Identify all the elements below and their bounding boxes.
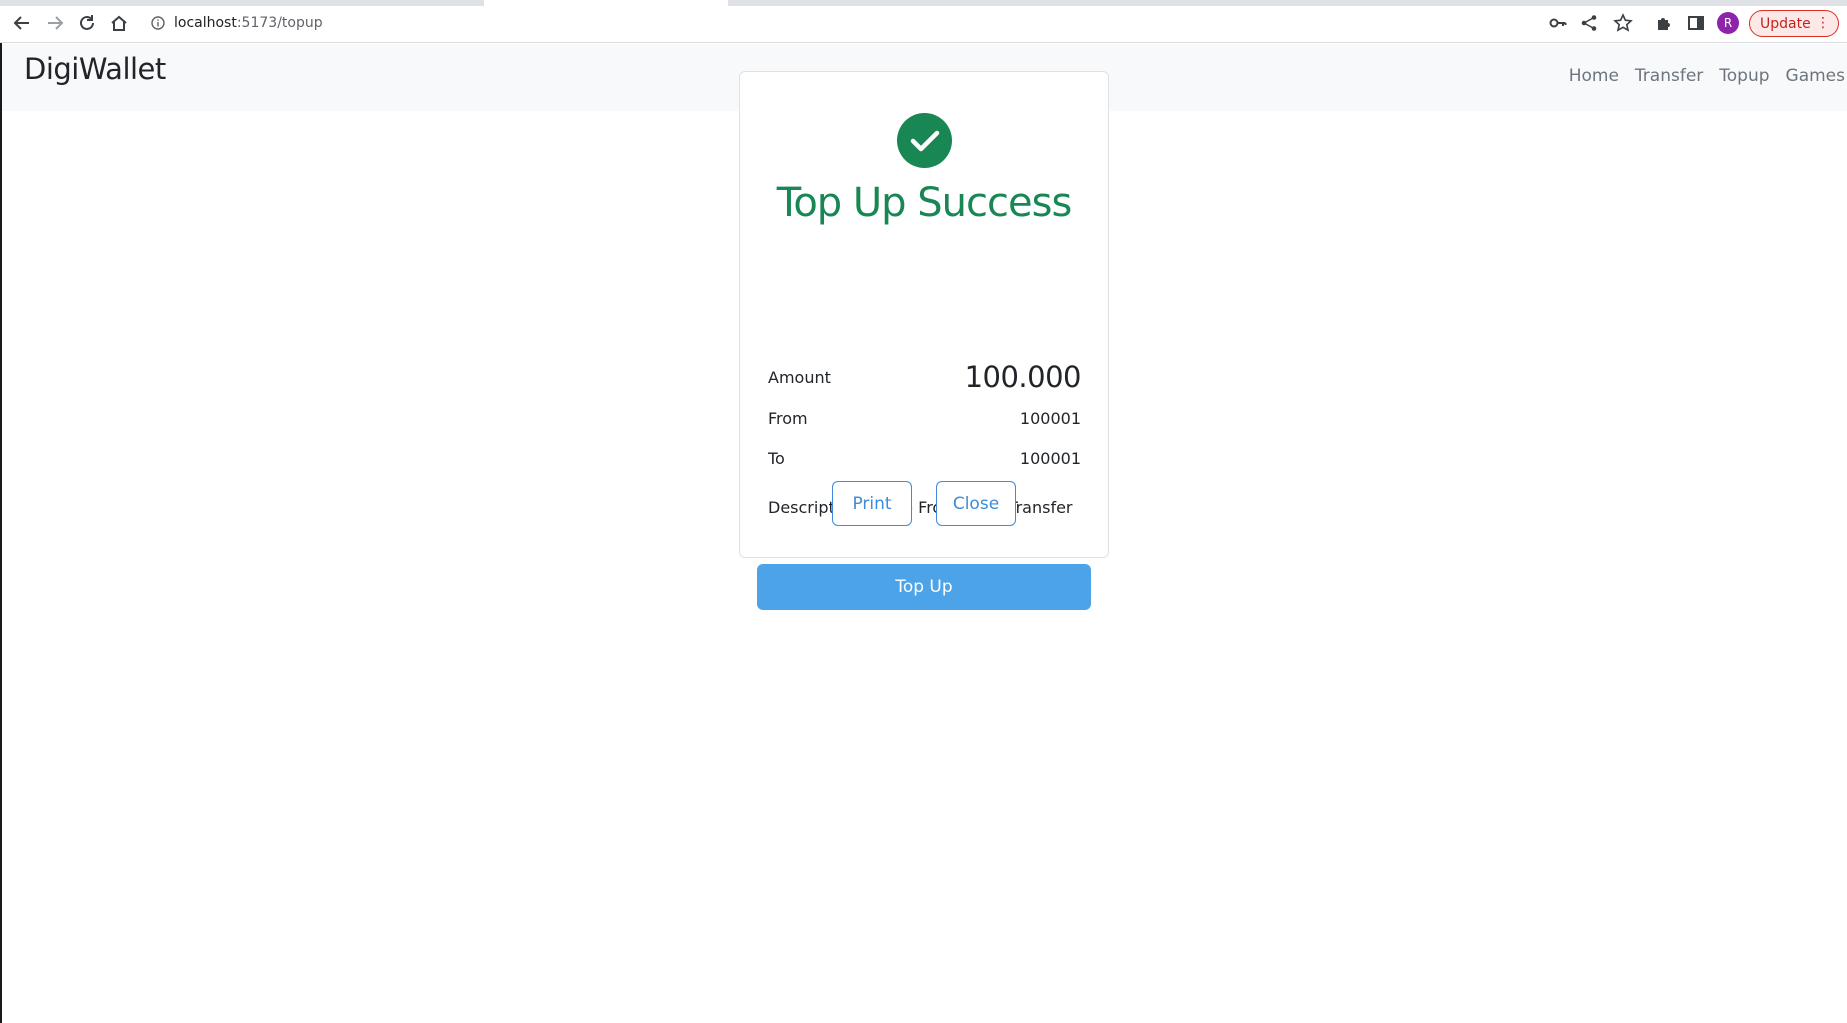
tab-strip [0, 0, 1847, 6]
share-icon[interactable] [1580, 11, 1598, 35]
url-path: :5173/topup [236, 15, 323, 31]
to-label: To [768, 449, 785, 468]
profile-initial: R [1717, 12, 1739, 34]
url-text: localhost:5173/topup [174, 15, 323, 31]
topup-success-modal: Top Up Success Amount 100.000 From 10000… [739, 71, 1109, 558]
nav-transfer[interactable]: Transfer [1635, 66, 1703, 86]
bookmark-star-icon[interactable] [1613, 11, 1633, 35]
back-icon[interactable] [10, 11, 34, 35]
amount-value: 100.000 [964, 360, 1082, 394]
active-tab[interactable] [484, 0, 728, 6]
browser-toolbar: localhost:5173/topup R Update ⋮ [0, 0, 1847, 43]
description-row: DescriptionTop Up From Bank Transfer [768, 498, 1081, 517]
extensions-puzzle-icon[interactable] [1655, 11, 1673, 35]
amount-label: Amount [768, 367, 831, 387]
from-row: From 100001 [768, 409, 1081, 428]
from-value: 100001 [1019, 409, 1081, 428]
nav-topup[interactable]: Topup [1719, 66, 1769, 86]
modal-title: Top Up Success [776, 180, 1073, 226]
check-circle-icon [897, 113, 952, 168]
nav-home[interactable]: Home [1569, 66, 1619, 86]
from-label: From [768, 409, 808, 428]
side-panel-icon[interactable] [1687, 11, 1705, 35]
reload-icon[interactable] [75, 11, 99, 35]
nav-links: Home Transfer Topup Games [1553, 44, 1847, 108]
update-label: Update [1760, 15, 1811, 32]
amount-row: Amount 100.000 [768, 360, 1082, 394]
to-value: 100001 [1019, 449, 1081, 468]
kebab-menu-icon: ⋮ [1816, 15, 1830, 31]
site-info-icon[interactable] [148, 13, 168, 33]
profile-avatar[interactable]: R [1717, 11, 1739, 35]
url-host: localhost [174, 15, 237, 31]
topup-submit-button[interactable]: Top Up [757, 564, 1091, 610]
close-button[interactable]: Close [936, 481, 1016, 526]
browser-update-button[interactable]: Update ⋮ [1749, 10, 1839, 37]
to-row: To 100001 [768, 449, 1081, 468]
print-button[interactable]: Print [832, 481, 912, 526]
forward-icon[interactable] [43, 11, 67, 35]
address-bar[interactable]: localhost:5173/topup [148, 8, 1538, 38]
password-key-icon[interactable] [1548, 11, 1568, 35]
brand-logo[interactable]: DigiWallet [24, 52, 166, 86]
home-icon[interactable] [107, 11, 131, 35]
nav-games[interactable]: Games [1786, 66, 1845, 86]
window-edge [0, 43, 2, 1023]
